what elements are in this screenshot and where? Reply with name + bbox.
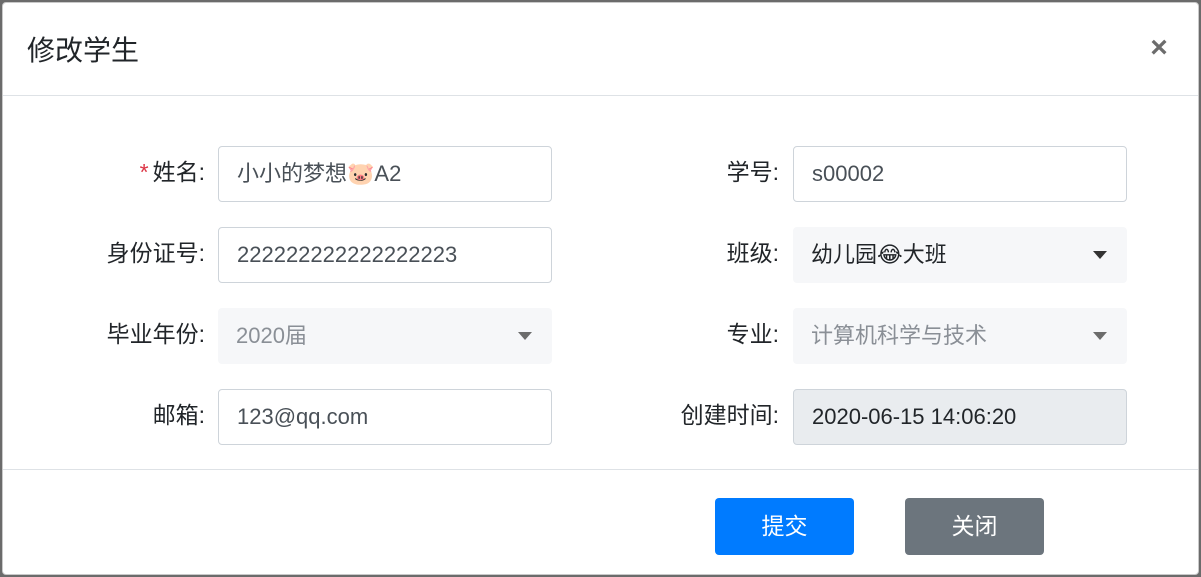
email-label: 邮箱: [152, 402, 205, 428]
major-select-value: 计算机科学与技术 [811, 323, 988, 348]
class-label: 班级: [726, 240, 779, 266]
grad-year-select: 2020届 [218, 308, 552, 364]
grad-year-label: 毕业年份: [106, 321, 205, 347]
id-card-label: 身份证号: [106, 240, 205, 266]
created-at-field: 2020-06-15 14:06:20 [793, 389, 1127, 445]
dialog-title: 修改学生 [27, 35, 140, 66]
dialog-header: 修改学生 × [3, 3, 1198, 96]
created-at-label: 创建时间: [680, 402, 779, 428]
class-select-value: 幼儿园😂大班 [811, 242, 947, 267]
close-button[interactable]: 关闭 [905, 498, 1044, 555]
major-select: 计算机科学与技术 [793, 308, 1127, 364]
submit-button[interactable]: 提交 [715, 498, 854, 555]
close-icon[interactable]: × [1144, 33, 1174, 63]
student-no-label: 学号: [726, 159, 779, 185]
required-mark: * [139, 159, 149, 185]
chevron-down-icon [518, 332, 532, 340]
name-label-text: 姓名: [152, 159, 205, 185]
grad-year-select-value: 2020届 [236, 323, 307, 348]
chevron-down-icon [1093, 251, 1107, 259]
chevron-down-icon [1093, 332, 1107, 340]
edit-student-dialog: 修改学生 × * 姓名: 小小的梦想🐷A2 学号: s00002 身份证号: 22… [2, 2, 1199, 575]
name-input[interactable]: 小小的梦想🐷A2 [218, 146, 552, 202]
email-input[interactable]: 123@qq.com [218, 389, 552, 445]
class-select[interactable]: 幼儿园😂大班 [793, 227, 1127, 283]
name-label: * 姓名: [43, 157, 205, 187]
major-label: 专业: [726, 321, 779, 347]
id-card-input[interactable]: 222222222222222223 [218, 227, 552, 283]
student-no-input[interactable]: s00002 [793, 146, 1127, 202]
dialog-footer: 提交 关闭 [3, 469, 1198, 574]
